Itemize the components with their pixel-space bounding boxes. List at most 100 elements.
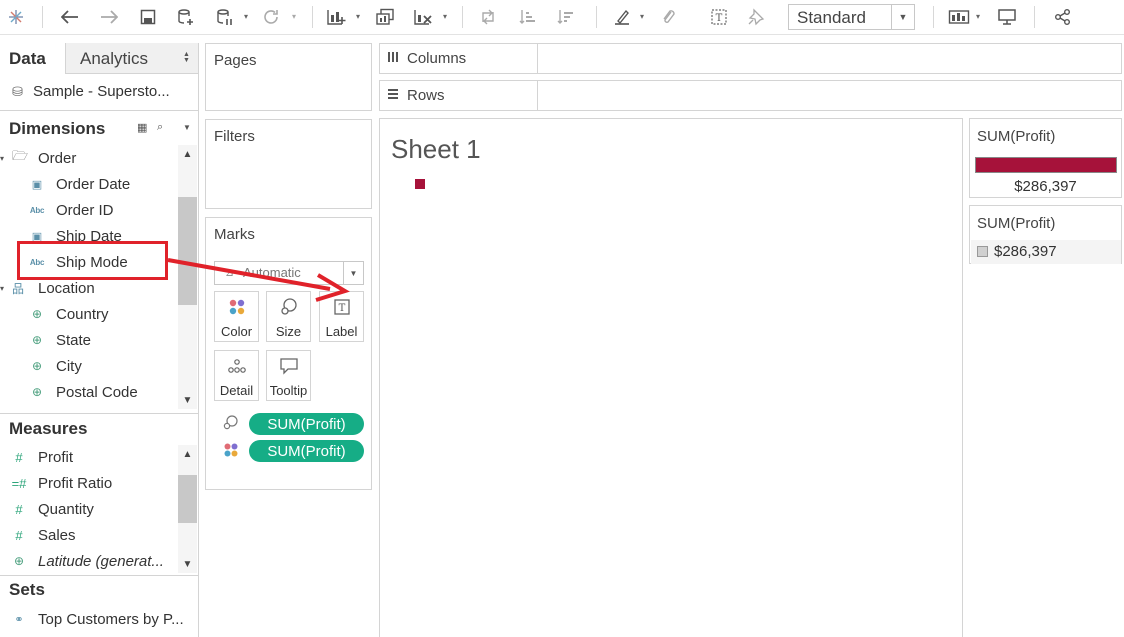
field-quantity[interactable]: # Quantity <box>10 498 94 520</box>
undo-icon[interactable] <box>58 5 82 29</box>
field-order-date[interactable]: ▣ Order Date <box>28 173 130 195</box>
marks-pill-row: SUM(Profit) <box>221 413 364 435</box>
tab-data[interactable]: Data <box>0 43 66 74</box>
fit-mode-select[interactable]: Standard ▼ <box>788 4 915 30</box>
chevron-down-icon[interactable]: ▾ <box>0 154 8 163</box>
field-top-customers-set[interactable]: ⚭ Top Customers by P... <box>10 608 183 630</box>
new-datasource-icon[interactable] <box>174 5 198 29</box>
scroll-up-icon[interactable]: ▲ <box>178 447 197 461</box>
duplicate-sheet-icon[interactable] <box>373 5 397 29</box>
toolbar-separator <box>933 6 934 28</box>
detail-icon <box>215 351 258 377</box>
presentation-mode-icon[interactable] <box>995 5 1019 29</box>
highlight-icon[interactable] <box>610 5 634 29</box>
pause-updates-icon[interactable] <box>213 5 237 29</box>
field-profit[interactable]: # Profit <box>10 446 73 468</box>
columns-text: Columns <box>407 50 467 67</box>
field-postal-code[interactable]: ⊕ Postal Code <box>28 381 138 403</box>
globe-icon: ⊕ <box>31 385 43 399</box>
group-members-icon[interactable] <box>656 5 680 29</box>
tooltip-button[interactable]: Tooltip <box>266 350 311 401</box>
toolbar-separator <box>312 6 313 28</box>
tab-analytics[interactable]: Analytics <box>80 49 148 69</box>
fix-axes-pin-icon[interactable] <box>744 5 768 29</box>
field-label: Profit Ratio <box>38 474 113 492</box>
tooltip-icon <box>267 351 310 377</box>
share-icon[interactable] <box>1051 5 1075 29</box>
calculated-measure-icon: =# <box>11 475 27 491</box>
columns-shelf[interactable]: Columns <box>379 43 1122 74</box>
scroll-down-icon[interactable]: ▼ <box>178 557 197 571</box>
detail-button[interactable]: Detail <box>214 350 259 401</box>
clear-sheet-icon[interactable] <box>411 5 435 29</box>
marks-card: Marks ⊿ Automatic ▼ Color Size T Label D… <box>205 217 372 490</box>
svg-text:T: T <box>716 13 723 24</box>
save-icon[interactable] <box>136 5 160 29</box>
redo-icon[interactable] <box>97 5 121 29</box>
dimensions-scrollbar[interactable]: ▲ ▼ <box>178 145 197 409</box>
scroll-thumb[interactable] <box>178 197 197 305</box>
field-country[interactable]: ⊕ Country <box>28 303 109 325</box>
field-latitude[interactable]: ⊕ Latitude (generat... <box>10 550 164 572</box>
scroll-up-icon[interactable]: ▲ <box>178 147 197 161</box>
worksheet-view[interactable]: Sheet 1 <box>379 118 963 637</box>
globe-icon: ⊕ <box>31 307 43 321</box>
measures-scrollbar[interactable]: ▲ ▼ <box>178 445 197 573</box>
mark-type-value: Automatic <box>243 265 301 280</box>
sort-ascending-icon[interactable] <box>516 5 540 29</box>
field-state[interactable]: ⊕ State <box>28 329 91 351</box>
globe-icon: ⊕ <box>31 359 43 373</box>
highlight-dropdown-icon[interactable]: ▾ <box>640 12 648 22</box>
mark-type-select[interactable]: ⊿ Automatic ▼ <box>214 261 364 285</box>
profit-mark[interactable] <box>415 179 425 189</box>
pages-shelf[interactable]: Pages <box>205 43 372 111</box>
folder-order[interactable]: ▾ 🗁 Order <box>0 147 76 169</box>
scroll-thumb[interactable] <box>178 475 197 523</box>
measure-icon: # <box>15 501 23 517</box>
field-profit-ratio[interactable]: =# Profit Ratio <box>10 472 113 494</box>
size-legend[interactable]: SUM(Profit) $286,397 <box>969 205 1122 264</box>
pause-updates-dropdown-icon[interactable]: ▾ <box>244 12 252 22</box>
detail-label: Detail <box>219 383 254 398</box>
datasource-item[interactable]: ⛁ Sample - Supersto... <box>12 83 170 100</box>
show-cards-icon[interactable] <box>947 5 971 29</box>
color-profit-pill[interactable]: SUM(Profit) <box>249 440 364 462</box>
hierarchy-location[interactable]: ▾ 品 Location <box>0 277 95 299</box>
field-label: Latitude (generat... <box>38 552 164 570</box>
show-mark-labels-icon[interactable]: T <box>707 5 731 29</box>
new-worksheet-icon[interactable] <box>324 5 348 29</box>
color-legend[interactable]: SUM(Profit) $286,397 <box>969 118 1122 198</box>
field-sales[interactable]: # Sales <box>10 524 75 546</box>
search-icon[interactable]: ⌕ <box>157 121 163 134</box>
size-profit-pill[interactable]: SUM(Profit) <box>249 413 364 435</box>
tooltip-label: Tooltip <box>269 383 308 398</box>
view-toggle-icon[interactable]: ▦ <box>137 121 147 134</box>
tab-scroll-icon[interactable]: ▲ ▼ <box>183 51 190 64</box>
swap-rows-columns-icon[interactable] <box>476 5 500 29</box>
label-button[interactable]: T Label <box>319 291 364 342</box>
automatic-mark-icon: ⊿ <box>225 267 235 279</box>
refresh-icon[interactable] <box>259 5 283 29</box>
size-button[interactable]: Size <box>266 291 311 342</box>
size-legend-value: $286,397 <box>994 243 1057 260</box>
clear-sheet-dropdown-icon[interactable]: ▾ <box>443 12 451 22</box>
sheet-title[interactable]: Sheet 1 <box>391 134 481 165</box>
chevron-down-icon[interactable]: ▼ <box>891 5 914 29</box>
tableau-logo-icon[interactable] <box>4 5 28 29</box>
color-legend-value: $286,397 <box>1014 178 1077 195</box>
sort-descending-icon[interactable] <box>554 5 578 29</box>
size-legend-title: SUM(Profit) <box>977 215 1056 232</box>
new-worksheet-dropdown-icon[interactable]: ▾ <box>356 12 364 22</box>
color-button[interactable]: Color <box>214 291 259 342</box>
field-order-id[interactable]: Abc Order ID <box>28 199 114 221</box>
rows-shelf[interactable]: Rows <box>379 80 1122 111</box>
scroll-down-icon[interactable]: ▼ <box>178 393 197 407</box>
chevron-down-icon[interactable]: ▼ <box>343 262 363 284</box>
chevron-down-icon[interactable]: ▾ <box>0 284 8 293</box>
field-city[interactable]: ⊕ City <box>28 355 82 377</box>
refresh-dropdown-icon[interactable]: ▾ <box>292 12 300 22</box>
filters-shelf[interactable]: Filters <box>205 119 372 209</box>
show-cards-dropdown-icon[interactable]: ▾ <box>976 12 984 22</box>
field-label: State <box>56 331 92 349</box>
dimensions-menu-icon[interactable]: ▼ <box>183 123 191 132</box>
